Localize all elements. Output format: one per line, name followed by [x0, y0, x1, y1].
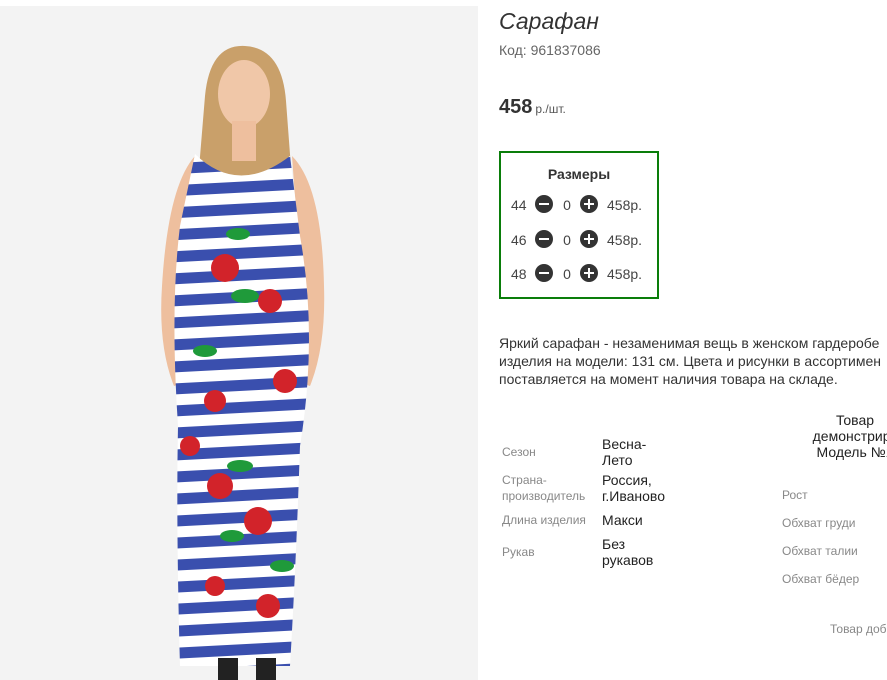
model-param-height: Рост [782, 488, 808, 502]
decrease-quantity-button[interactable] [535, 195, 553, 213]
spec-value-season: Весна-Лето [602, 436, 647, 468]
spec-label-length: Длина изделия [502, 513, 586, 527]
description-line: изделия на модели: 131 см. Цвета и рисун… [499, 353, 881, 369]
size-price: 458р. [607, 197, 643, 213]
model-heading-line: Модель №1 [816, 444, 887, 460]
spec-label-season: Сезон [502, 445, 536, 459]
size-label: 44 [511, 197, 527, 213]
model-param-waist: Обхват талии [782, 544, 858, 558]
product-description: Яркий сарафан - незаменимая вещь в женск… [499, 334, 887, 388]
model-footer-text: Товар доб [830, 622, 887, 636]
size-price: 458р. [607, 232, 643, 248]
product-code-value: 961837086 [530, 42, 601, 58]
description-line: поставляется на момент наличия товара на… [499, 371, 838, 387]
increase-quantity-button[interactable] [580, 230, 598, 248]
decrease-quantity-button[interactable] [535, 230, 553, 248]
price-unit: р./шт. [535, 102, 566, 116]
product-price: 458 р./шт. [499, 96, 566, 119]
product-photo[interactable] [0, 6, 478, 680]
sizes-title: Размеры [547, 166, 611, 182]
spec-value-sleeve: Без рукавов [602, 536, 654, 568]
model-heading: Товар демонстриру Модель №1 [795, 412, 887, 460]
model-heading-line: демонстриру [812, 428, 887, 444]
product-title: Сарафан [499, 8, 599, 34]
increase-quantity-button[interactable] [580, 195, 598, 213]
increase-quantity-button[interactable] [580, 264, 598, 282]
quantity-value[interactable]: 0 [561, 232, 573, 248]
spec-value-length: Макси [602, 512, 643, 528]
description-line: Яркий сарафан - незаменимая вещь в женск… [499, 335, 880, 351]
quantity-value[interactable]: 0 [561, 197, 573, 213]
decrease-quantity-button[interactable] [535, 264, 553, 282]
quantity-value[interactable]: 0 [561, 266, 573, 282]
spec-label-country: Страна-производитель [502, 473, 586, 503]
model-param-chest: Обхват груди [782, 516, 856, 530]
price-value: 458 [499, 96, 533, 118]
product-code-label: Код: [499, 42, 527, 58]
size-label: 48 [511, 266, 527, 282]
product-code: Код: 961837086 [499, 42, 601, 58]
size-price: 458р. [607, 266, 643, 282]
spec-label-sleeve: Рукав [502, 545, 535, 559]
model-param-hips: Обхват бёдер [782, 572, 860, 586]
sizes-box: Размеры 44 0 458р. 46 0 458р. 48 0 458р. [499, 151, 659, 299]
spec-value-country: Россия, г.Иваново [602, 472, 665, 504]
size-label: 46 [511, 232, 527, 248]
model-heading-line: Товар [835, 412, 875, 428]
